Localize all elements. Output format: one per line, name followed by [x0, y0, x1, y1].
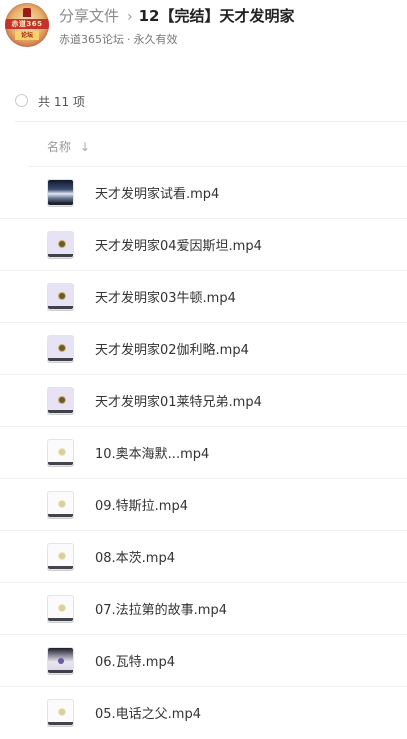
file-row[interactable]: 天才发明家试看.mp4 [0, 167, 407, 219]
thumbnail-figure [59, 397, 65, 403]
video-thumbnail-icon [47, 439, 74, 466]
file-name[interactable]: 天才发明家03牛顿.mp4 [95, 287, 236, 306]
validity-text: 永久有效 [133, 33, 178, 46]
avatar-tower-icon [23, 8, 31, 17]
thumbnail-figure [59, 293, 65, 299]
video-thumbnail-icon [47, 231, 74, 258]
thumbnail-figure [59, 709, 65, 715]
breadcrumb-separator-icon: › [127, 9, 133, 25]
name-column-label: 名称 [47, 140, 72, 154]
video-thumbnail-icon [47, 179, 74, 206]
video-thumbnail-icon [47, 335, 74, 362]
avatar-text-1: 赤道365 [5, 19, 49, 29]
video-thumbnail-icon [47, 387, 74, 414]
owner-name: 赤道365论坛 [59, 33, 124, 46]
video-thumbnail-icon [47, 595, 74, 622]
file-name[interactable]: 天才发明家试看.mp4 [95, 183, 219, 202]
file-name[interactable]: 天才发明家04爱因斯坦.mp4 [95, 235, 262, 254]
file-row[interactable]: 天才发明家01莱特兄弟.mp4 [0, 375, 407, 427]
file-name[interactable]: 05.电话之父.mp4 [95, 703, 201, 722]
item-count: 共 11 项 [38, 95, 85, 109]
file-row[interactable]: 天才发明家03牛顿.mp4 [0, 271, 407, 323]
owner-avatar[interactable]: 赤道365 论坛 [5, 3, 49, 47]
video-thumbnail-icon [47, 647, 74, 674]
thumbnail-figure [59, 553, 65, 559]
file-row[interactable]: 06.瓦特.mp4 [0, 635, 407, 687]
thumbnail-figure [59, 449, 65, 455]
sort-arrow-icon[interactable]: ↓ [80, 140, 90, 154]
file-row[interactable]: 10.奥本海默...mp4 [0, 427, 407, 479]
breadcrumb: 分享文件 › 12【完结】天才发明家 [59, 5, 295, 27]
file-row[interactable]: 天才发明家04爱因斯坦.mp4 [0, 219, 407, 271]
share-info: 赤道365论坛 · 永久有效 [59, 31, 178, 47]
thumbnail-figure [59, 605, 65, 611]
share-header: 赤道365 论坛 分享文件 › 12【完结】天才发明家 赤道365论坛 · 永久有效 [0, 0, 407, 56]
thumbnail-figure [59, 501, 65, 507]
divider [15, 121, 407, 122]
video-thumbnail-icon [47, 543, 74, 570]
file-list: 天才发明家试看.mp4 天才发明家04爱因斯坦.mp4 天才发明家03牛顿.mp4 天… [0, 167, 407, 739]
file-row[interactable]: 09.特斯拉.mp4 [0, 479, 407, 531]
avatar-text-2: 论坛 [15, 31, 39, 40]
file-row[interactable]: 天才发明家02伽利略.mp4 [0, 323, 407, 375]
file-name[interactable]: 天才发明家01莱特兄弟.mp4 [95, 391, 262, 410]
name-column-header[interactable]: 名称 ↓ [47, 138, 90, 155]
file-name[interactable]: 06.瓦特.mp4 [95, 651, 175, 670]
video-thumbnail-icon [47, 491, 74, 518]
video-thumbnail-icon [47, 283, 74, 310]
file-row[interactable]: 05.电话之父.mp4 [0, 687, 407, 739]
separator-dot: · [127, 33, 131, 46]
file-name[interactable]: 10.奥本海默...mp4 [95, 443, 209, 462]
file-name[interactable]: 天才发明家02伽利略.mp4 [95, 339, 249, 358]
video-thumbnail-icon [47, 699, 74, 726]
select-all-checkbox[interactable] [15, 94, 28, 107]
thumbnail-figure [59, 241, 65, 247]
file-name[interactable]: 08.本茨.mp4 [95, 547, 175, 566]
file-name[interactable]: 07.法拉第的故事.mp4 [95, 599, 227, 618]
breadcrumb-root-link[interactable]: 分享文件 [59, 7, 119, 25]
thumbnail-figure [58, 658, 64, 664]
file-row[interactable]: 07.法拉第的故事.mp4 [0, 583, 407, 635]
file-row[interactable]: 08.本茨.mp4 [0, 531, 407, 583]
thumbnail-figure [59, 345, 65, 351]
folder-title: 12【完结】天才发明家 [138, 7, 295, 25]
file-name[interactable]: 09.特斯拉.mp4 [95, 495, 188, 514]
